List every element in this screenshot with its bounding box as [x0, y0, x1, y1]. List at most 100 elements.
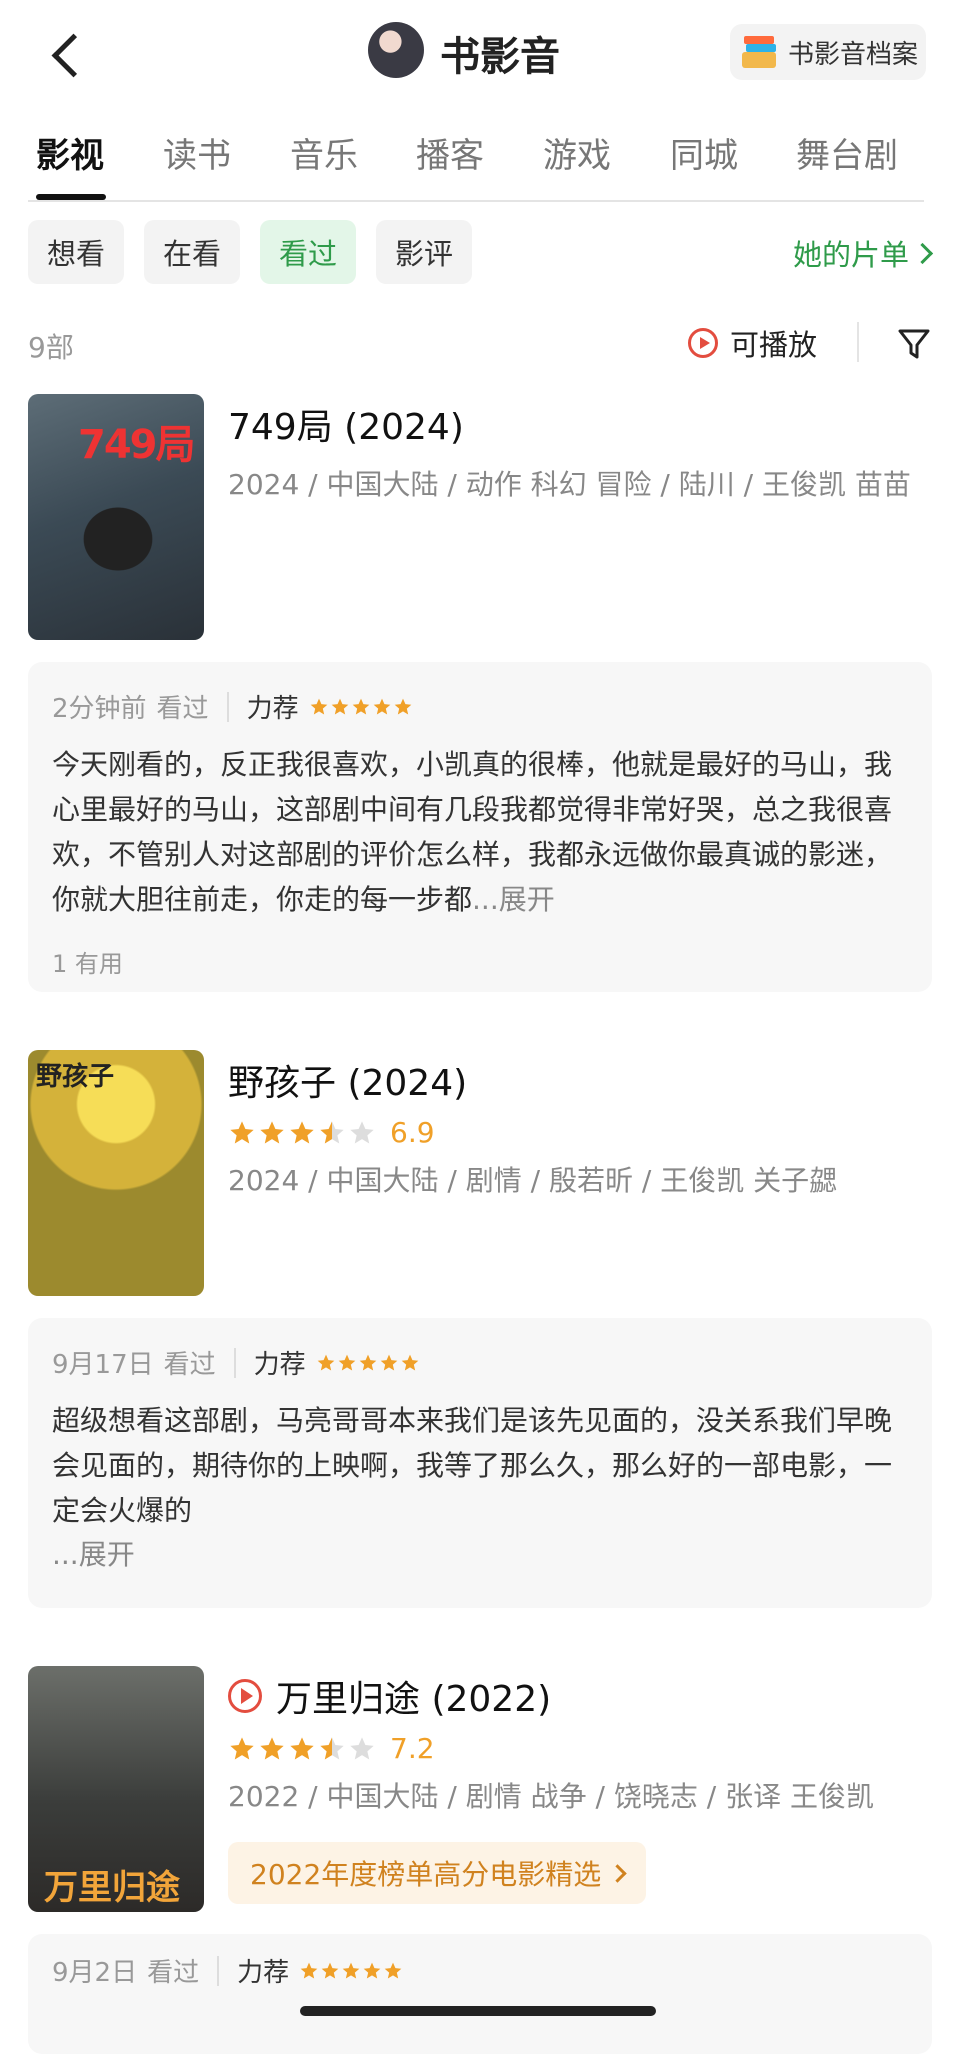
- review-meta: 2分钟前 看过 力荐: [52, 688, 414, 725]
- star-icon: [230, 1120, 254, 1143]
- movie-title: 万里归途 (2022): [276, 1679, 552, 1720]
- category-tabs: 影视 读书 音乐 播客 游戏 同城 舞台剧: [0, 128, 960, 200]
- tab-stage[interactable]: 舞台剧: [796, 128, 898, 177]
- chip-reviews[interactable]: 影评: [376, 220, 472, 284]
- review-text: 超级想看这部剧，马亮哥哥本来我们是该先见面的，没关系我们早晚会见面的，期待你的上…: [52, 1404, 893, 1527]
- review-card[interactable]: 9月2日 看过 力荐: [28, 1934, 932, 2054]
- chevron-right-icon: [911, 242, 934, 264]
- tab-books[interactable]: 读书: [163, 128, 231, 177]
- star-icon: [320, 1736, 344, 1759]
- review-meta: 9月17日 看过 力荐: [52, 1344, 421, 1381]
- review-time: 9月17日: [52, 1350, 154, 1380]
- ranking-link[interactable]: 2022年度榜单高分电影精选: [228, 1842, 647, 1904]
- movie-meta: 2024 / 中国大陆 / 剧情 / 殷若昕 / 王俊凯 关子勰: [228, 1164, 838, 1197]
- avatar[interactable]: [368, 22, 424, 78]
- rating-stars: [228, 1735, 378, 1763]
- poster-title: 野孩子: [36, 1062, 115, 1092]
- rating-score: 6.9: [390, 1116, 435, 1149]
- play-circle-icon: [688, 328, 718, 358]
- movie-meta: 2022 / 中国大陆 / 剧情 战争 / 饶晓志 / 张译 王俊凯: [228, 1780, 874, 1813]
- her-list-link[interactable]: 她的片单: [792, 232, 934, 274]
- star-icon: [350, 1120, 374, 1143]
- chevron-right-icon: [608, 1863, 627, 1883]
- rating-stars: [228, 1119, 378, 1147]
- review-card[interactable]: 2分钟前 看过 力荐 今天刚看的，反正我很喜欢，小凯真的很棒，他就是最好的马山，…: [28, 662, 932, 992]
- play-circle-icon: [228, 1679, 262, 1713]
- star-icon: [338, 1354, 356, 1370]
- user-rating-stars: [299, 1961, 404, 1981]
- movie-meta: 2024 / 中国大陆 / 动作 科幻 冒险 / 陆川 / 王俊凯 苗苗: [228, 468, 911, 501]
- review-time: 2分钟前: [52, 694, 147, 724]
- her-list-label: 她的片单: [792, 238, 909, 272]
- star-icon: [363, 1962, 381, 1978]
- tab-movies[interactable]: 影视: [36, 128, 104, 177]
- star-icon: [359, 1354, 377, 1370]
- chip-watching[interactable]: 在看: [144, 220, 240, 284]
- divider: [857, 322, 859, 362]
- user-rating-stars: [309, 697, 414, 717]
- back-button[interactable]: [38, 18, 94, 88]
- movie-poster[interactable]: 749局: [28, 394, 204, 640]
- star-icon: [230, 1736, 254, 1759]
- tab-local[interactable]: 同城: [670, 128, 738, 177]
- playable-filter[interactable]: 可播放: [688, 322, 817, 364]
- star-icon: [331, 698, 348, 714]
- home-indicator[interactable]: [300, 2006, 656, 2016]
- movie-poster[interactable]: 万里归途: [28, 1666, 204, 1912]
- star-icon: [260, 1120, 284, 1143]
- movie-title[interactable]: 749局 (2024): [228, 398, 464, 450]
- archive-button-label: 书影音档案: [788, 39, 919, 70]
- star-icon: [290, 1736, 314, 1759]
- star-icon: [384, 1962, 402, 1978]
- chip-watched[interactable]: 看过: [260, 220, 356, 284]
- movie-title-row[interactable]: 万里归途 (2022): [228, 1670, 551, 1722]
- tab-podcasts[interactable]: 播客: [416, 128, 484, 177]
- star-icon: [401, 1354, 419, 1370]
- review-text: 今天刚看的，反正我很喜欢，小凯真的很棒，他就是最好的马山，我心里最好的马山，这部…: [52, 742, 908, 922]
- page-title: 书影音: [440, 34, 560, 80]
- star-icon: [260, 1736, 284, 1759]
- star-icon: [300, 1962, 318, 1978]
- star-icon: [350, 1736, 374, 1759]
- star-icon: [380, 1354, 398, 1370]
- star-icon: [317, 1354, 335, 1370]
- review-time: 9月2日: [52, 1958, 138, 1988]
- tab-games[interactable]: 游戏: [543, 128, 611, 177]
- movie-title[interactable]: 野孩子 (2024): [228, 1054, 467, 1106]
- review-status: 看过: [163, 1350, 216, 1380]
- review-status: 看过: [156, 694, 209, 724]
- recommend-label: 力荐: [253, 1350, 306, 1380]
- star-icon: [321, 1962, 339, 1978]
- recommend-label: 力荐: [246, 694, 299, 724]
- bookshelf-icon: [742, 34, 778, 70]
- review-meta: 9月2日 看过 力荐: [52, 1952, 404, 1989]
- star-icon: [394, 698, 411, 714]
- review-status: 看过: [147, 1958, 200, 1988]
- star-icon: [290, 1120, 314, 1143]
- movie-rating: 7.2: [228, 1732, 435, 1765]
- user-rating-stars: [316, 1353, 421, 1373]
- filter-icon[interactable]: [896, 326, 932, 362]
- tab-music[interactable]: 音乐: [290, 128, 358, 177]
- playable-label: 可播放: [730, 328, 818, 362]
- review-card[interactable]: 9月17日 看过 力荐 超级想看这部剧，马亮哥哥本来我们是该先见面的，没关系我们…: [28, 1318, 932, 1608]
- star-icon: [373, 698, 390, 714]
- expand-link[interactable]: ...展开: [472, 883, 555, 916]
- expand-link[interactable]: ...展开: [52, 1532, 908, 1577]
- chip-want-to-watch[interactable]: 想看: [28, 220, 124, 284]
- tabs-divider: [28, 200, 924, 202]
- rating-score: 7.2: [390, 1732, 435, 1765]
- useful-count[interactable]: 1 有用: [52, 944, 123, 979]
- poster-title: 万里归途: [44, 1868, 180, 1908]
- star-icon: [352, 698, 369, 714]
- star-icon: [320, 1120, 344, 1143]
- poster-title: 749局: [78, 422, 195, 468]
- movie-poster[interactable]: 野孩子: [28, 1050, 204, 1296]
- movie-rating: 6.9: [228, 1116, 435, 1149]
- archive-button[interactable]: 书影音档案: [730, 24, 926, 80]
- item-count: 9部: [28, 331, 74, 364]
- star-icon: [342, 1962, 360, 1978]
- ranking-link-label: 2022年度榜单高分电影精选: [250, 1858, 602, 1891]
- recommend-label: 力荐: [237, 1958, 290, 1988]
- star-icon: [310, 698, 327, 714]
